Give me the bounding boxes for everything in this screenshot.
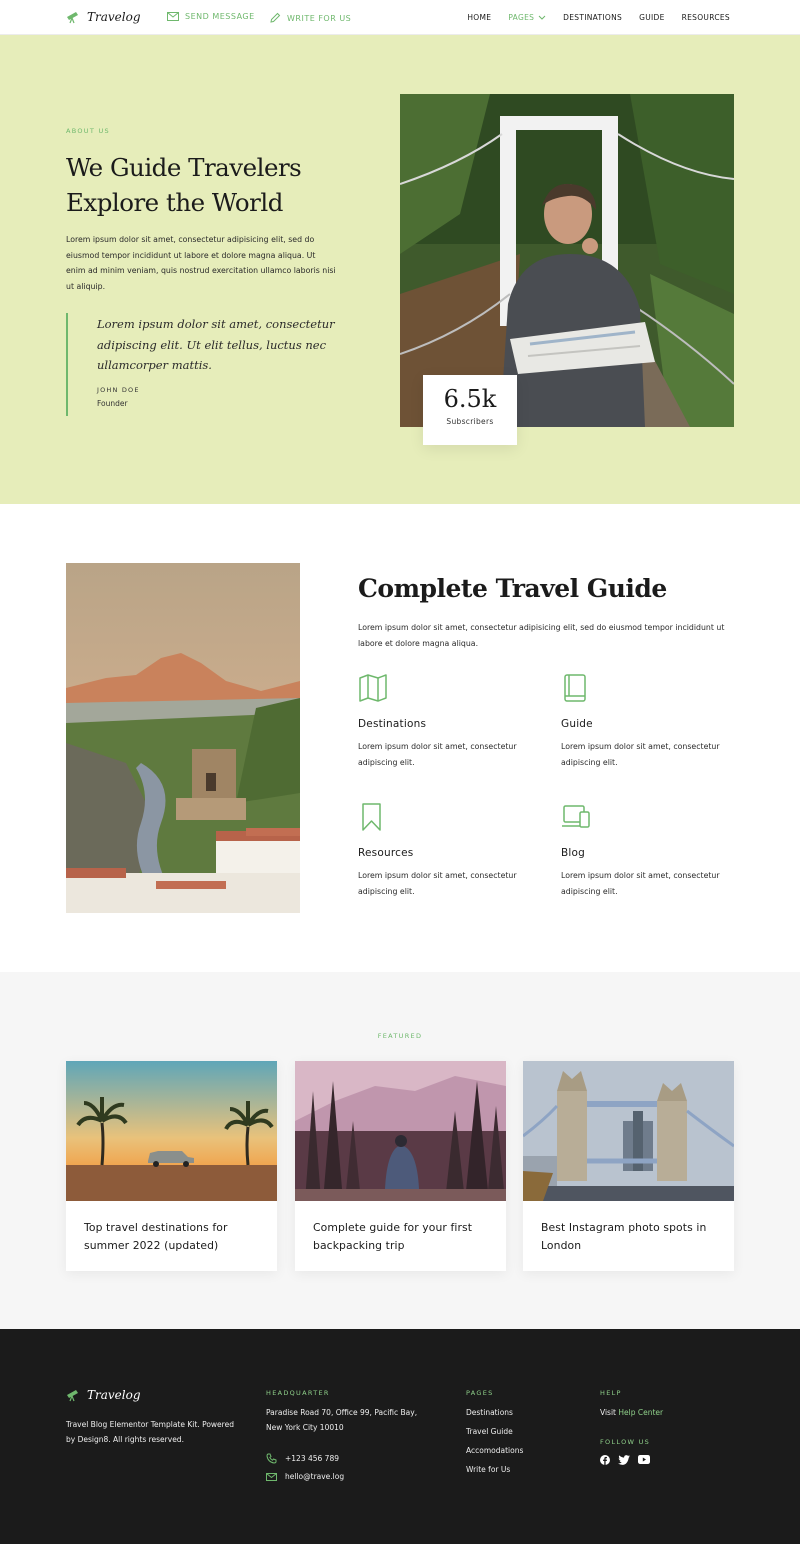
brand-logo[interactable]: Travelog [66,10,141,24]
footer-link-accomodations[interactable]: Accomodations [466,1446,523,1465]
youtube-icon[interactable] [638,1455,650,1464]
email-address: hello@trave.log [285,1472,345,1481]
help-center-link[interactable]: Help Center [618,1408,663,1417]
feature-description: Lorem ipsum dolor sit amet, consectetur … [561,871,720,896]
nav-item-guide[interactable]: GUIDE [639,13,665,22]
headquarter-heading: HEADQUARTER [266,1389,330,1397]
nav-item-home[interactable]: HOME [467,13,491,22]
follow-heading: FOLLOW US [600,1438,651,1446]
palm-trees-car-photo [66,1061,277,1201]
feature-guide[interactable]: Guide Lorem ipsum dolor sit amet, consec… [561,673,731,770]
map-icon [359,674,387,702]
feature-blog[interactable]: Blog Lorem ipsum dolor sit amet, consect… [561,802,731,899]
post-title[interactable]: Best Instagram photo spots in London [523,1201,734,1254]
footer-brand-logo[interactable]: Travelog [66,1388,141,1402]
envelope-icon [167,12,179,21]
pages-heading: PAGES [466,1389,494,1397]
pencil-icon [270,12,281,23]
feature-destinations[interactable]: Destinations Lorem ipsum dolor sit amet,… [358,673,528,770]
feature-description: Lorem ipsum dolor sit amet, consectetur … [358,742,517,767]
facebook-icon[interactable] [600,1455,610,1465]
subscribers-count: 6.5k [443,385,497,413]
guide-description: Lorem ipsum dolor sit amet, consectetur … [358,623,725,648]
phone-number: +123 456 789 [285,1454,339,1463]
nav-item-destinations[interactable]: DESTINATIONS [563,13,622,22]
featured-post-card[interactable]: Best Instagram photo spots in London [523,1061,734,1271]
post-title[interactable]: Complete guide for your first backpackin… [295,1201,506,1254]
help-line: Visit Help Center [600,1406,663,1421]
quote-text: Lorem ipsum dolor sit amet, consectetur … [97,317,335,372]
featured-post-card[interactable]: Complete guide for your first backpackin… [295,1061,506,1271]
featured-section: FEATURED Top travel destinations for sum… [0,972,800,1329]
founder-quote: Lorem ipsum dolor sit amet, consectetur … [66,313,346,416]
email-contact[interactable]: hello@trave.log [266,1472,344,1481]
main-menu: HOME PAGES DESTINATIONS GUIDE RESOURCES [467,13,730,22]
phone-contact[interactable]: +123 456 789 [266,1453,339,1464]
site-footer: Travelog Travel Blog Elementor Template … [0,1329,800,1544]
help-prefix: Visit [600,1408,616,1417]
feature-title: Guide [561,718,593,730]
footer-link-travel-guide[interactable]: Travel Guide [466,1427,523,1446]
feature-resources[interactable]: Resources Lorem ipsum dolor sit amet, co… [358,802,528,899]
phone-icon [266,1453,277,1464]
nav-item-pages[interactable]: PAGES [508,13,546,22]
feature-title: Blog [561,847,586,859]
write-for-us-label: WRITE FOR US [287,13,352,23]
featured-post-card[interactable]: Top travel destinations for summer 2022 … [66,1061,277,1271]
footer-link-destinations[interactable]: Destinations [466,1408,523,1427]
headquarter-address: Paradise Road 70, Office 99, Pacific Bay… [266,1408,418,1432]
telescope-icon [67,1389,78,1401]
footer-link-write-for-us[interactable]: Write for Us [466,1465,523,1484]
tower-bridge-photo [523,1061,734,1201]
featured-eyebrow: FEATURED [377,1032,423,1040]
write-for-us-link[interactable]: WRITE FOR US [269,12,351,24]
hero-intro: Lorem ipsum dolor sit amet, consectetur … [66,235,336,291]
top-navigation: Travelog SEND MESSAGE WRITE FOR US HOME … [0,0,800,35]
feature-title: Resources [358,847,414,859]
guide-title: Complete Travel Guide [358,574,667,603]
about-hero: ABOUT US We Guide Travelers Explore the … [0,35,800,504]
telescope-icon [67,11,78,23]
quote-role: Founder [97,398,128,408]
quote-author: JOHN DOE [97,385,140,394]
send-message-link[interactable]: SEND MESSAGE [167,12,255,21]
hero-eyebrow: ABOUT US [66,127,110,135]
subscribers-label: Subscribers [446,417,494,426]
brand-name: Travelog [87,10,141,24]
book-icon [564,674,586,702]
twitter-icon[interactable] [618,1455,630,1465]
mountain-village-photo [66,563,300,913]
feature-title: Destinations [358,718,427,730]
hero-title: We Guide Travelers Explore the World [66,153,302,217]
nav-item-resources[interactable]: RESOURCES [682,13,730,22]
feature-description: Lorem ipsum dolor sit amet, consectetur … [561,742,720,767]
feature-description: Lorem ipsum dolor sit amet, consectetur … [358,871,517,896]
brand-name: Travelog [87,1388,141,1402]
footer-pages-list: Destinations Travel Guide Accomodations … [466,1408,523,1484]
social-links [600,1455,650,1465]
help-heading: HELP [600,1389,622,1397]
footer-about: Travel Blog Elementor Template Kit. Powe… [66,1420,234,1444]
hiker-forest-photo [295,1061,506,1201]
bookmark-icon [362,803,381,831]
subscribers-stat: 6.5k Subscribers [423,375,517,445]
post-title[interactable]: Top travel destinations for summer 2022 … [66,1201,277,1254]
devices-icon [562,805,590,828]
nav-item-pages-label: PAGES [508,13,535,22]
chevron-down-icon [538,15,546,20]
send-message-label: SEND MESSAGE [185,12,255,21]
envelope-icon [266,1472,277,1481]
